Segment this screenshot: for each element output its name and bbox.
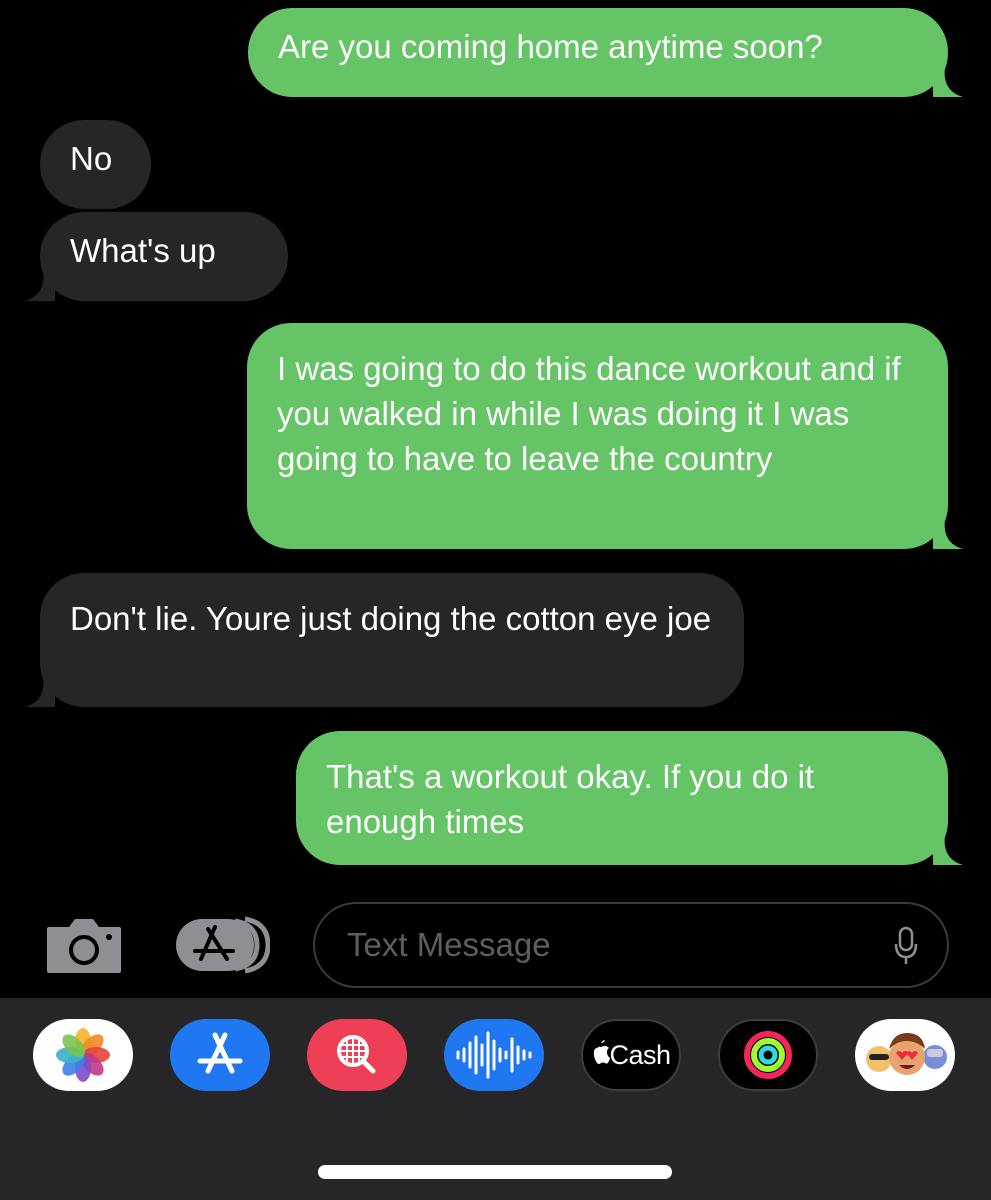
photos-app-button[interactable] bbox=[33, 1019, 133, 1091]
message-bubble-sent[interactable]: I was going to do this dance workout and… bbox=[247, 323, 963, 549]
apple-cash-label: Cash bbox=[609, 1039, 671, 1070]
message-text: What's up bbox=[70, 232, 216, 269]
bubble-tail bbox=[933, 519, 963, 549]
bubble-tail bbox=[933, 835, 963, 865]
home-indicator[interactable] bbox=[318, 1165, 672, 1179]
audio-message-app-button[interactable] bbox=[444, 1019, 544, 1091]
image-search-icon bbox=[337, 1035, 376, 1074]
fitness-activity-icon bbox=[744, 1031, 792, 1079]
memoji-app-button[interactable] bbox=[855, 1019, 955, 1091]
message-bubble-received[interactable]: Don't lie. Youre just doing the cotton e… bbox=[25, 573, 744, 707]
message-input[interactable]: Text Message bbox=[313, 902, 949, 988]
message-bubble-received[interactable]: No bbox=[40, 120, 151, 209]
microphone-icon[interactable] bbox=[893, 926, 919, 966]
image-search-app-button[interactable] bbox=[307, 1019, 407, 1091]
message-text: That's a workout okay. If you do it enou… bbox=[326, 758, 815, 840]
app-store-app-button[interactable] bbox=[170, 1019, 270, 1091]
camera-icon bbox=[47, 919, 121, 973]
message-text: I was going to do this dance workout and… bbox=[277, 350, 901, 477]
bubble-tail bbox=[25, 271, 55, 301]
message-input-placeholder: Text Message bbox=[347, 926, 551, 963]
photos-icon bbox=[56, 1028, 110, 1082]
message-text: Are you coming home anytime soon? bbox=[278, 28, 823, 65]
bubble-tail bbox=[25, 677, 55, 707]
apps-button[interactable] bbox=[175, 915, 271, 975]
app-store-icon bbox=[176, 916, 271, 974]
memoji-icon bbox=[866, 1033, 947, 1075]
audio-message-icon bbox=[456, 1031, 532, 1079]
bubble-tail bbox=[933, 67, 963, 97]
fitness-app-button[interactable] bbox=[718, 1019, 818, 1091]
apple-cash-app-button[interactable]: Cash bbox=[581, 1019, 681, 1091]
message-bubble-sent[interactable]: Are you coming home anytime soon? bbox=[248, 8, 948, 97]
app-store-icon bbox=[197, 1032, 243, 1074]
message-text: Don't lie. Youre just doing the cotton e… bbox=[70, 600, 712, 637]
camera-button[interactable] bbox=[45, 915, 123, 975]
app-drawer: Cash bbox=[0, 998, 991, 1200]
message-text: No bbox=[70, 140, 113, 177]
message-bubble-sent[interactable]: That's a workout okay. If you do it enou… bbox=[296, 731, 963, 865]
message-bubble-received[interactable]: What's up bbox=[25, 212, 288, 301]
